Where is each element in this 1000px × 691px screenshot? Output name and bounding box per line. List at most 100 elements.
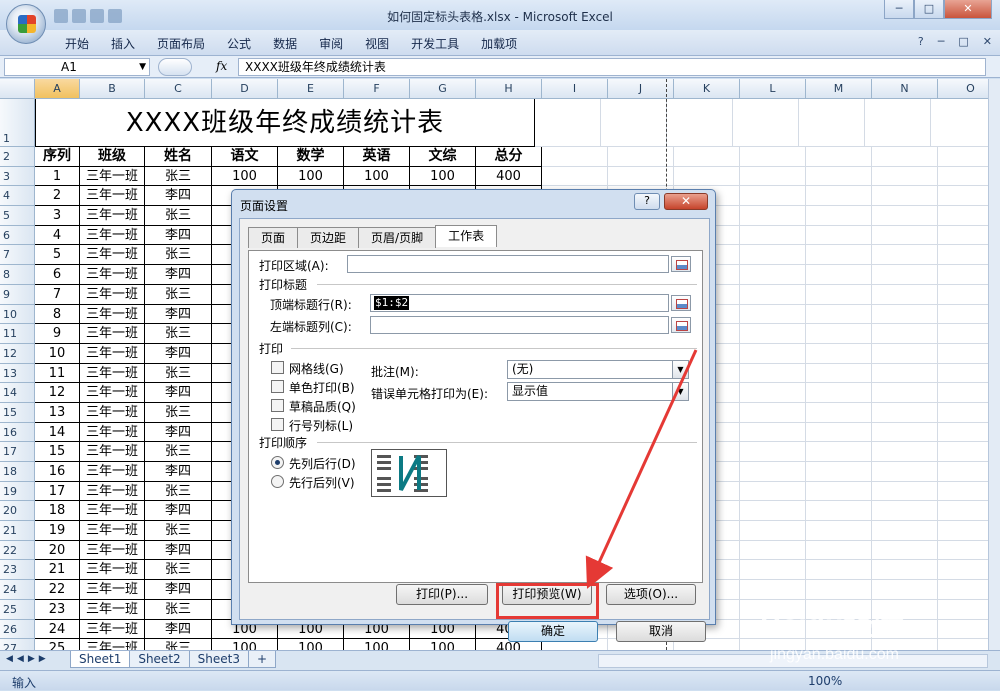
cell[interactable]: 张三 [145,284,212,305]
row-header[interactable]: 14 [0,383,35,403]
cell[interactable] [740,501,806,522]
cell[interactable] [872,147,938,167]
cell[interactable]: 李四 [145,343,212,364]
column-title-cell[interactable]: 英语 [344,147,410,167]
gridlines-checkbox[interactable] [271,361,284,374]
cell[interactable]: 张三 [145,245,212,266]
cell[interactable] [740,580,806,600]
cell[interactable] [740,206,806,226]
column-title-cell[interactable]: 序列 [35,147,80,167]
row-header[interactable]: 23 [0,560,35,581]
column-title-cell[interactable]: 文综 [410,147,476,167]
cell[interactable] [938,639,988,650]
ribbon-minimize-icon[interactable]: ─ [938,35,945,48]
cell[interactable]: 李四 [145,225,212,246]
cell[interactable] [938,442,988,462]
cell[interactable] [740,304,806,325]
row-header[interactable]: 16 [0,422,35,443]
cell[interactable]: 100 [344,639,410,650]
cell[interactable] [938,186,988,207]
chevron-down-icon[interactable]: ▼ [672,383,688,400]
cell[interactable] [740,166,806,187]
cell[interactable] [740,147,806,167]
print-area-collapse-icon[interactable] [671,256,691,272]
cell[interactable] [872,186,938,207]
cell[interactable]: 张三 [145,639,212,650]
cell[interactable] [740,442,806,462]
row-header[interactable]: 13 [0,363,35,384]
cell[interactable] [938,167,988,187]
cell[interactable] [938,541,988,561]
cell[interactable]: 李四 [145,304,212,325]
insert-sheet-icon[interactable]: + [247,651,277,668]
cell[interactable] [806,284,872,305]
dialog-close-button[interactable]: ✕ [664,193,708,210]
top-rows-input[interactable]: $1:$2 [370,294,669,312]
column-header[interactable]: K [674,79,740,99]
sheet-tab[interactable]: Sheet1 [70,651,131,668]
options-button[interactable]: 选项(O)... [606,584,696,605]
dialog-tab[interactable]: 工作表 [435,225,498,247]
maximize-button[interactable]: □ [914,0,944,19]
cell[interactable]: 三年一班 [80,166,145,187]
cell[interactable]: 17 [35,481,80,502]
cell[interactable] [872,304,938,325]
menu-tab[interactable]: 加载项 [470,35,528,52]
cell[interactable] [938,620,988,640]
row-header[interactable]: 15 [0,402,35,423]
ribbon-close-icon[interactable]: ✕ [983,35,992,48]
cell[interactable]: 三年一班 [80,422,145,443]
dialog-tab[interactable]: 页边距 [297,227,360,248]
cell[interactable] [674,147,740,167]
row-header[interactable]: 6 [0,225,35,246]
menu-tab[interactable]: 开始 [54,35,100,52]
cell[interactable] [872,324,938,344]
left-cols-collapse-icon[interactable] [671,317,691,333]
dialog-tab[interactable]: 页面 [248,227,299,248]
cell[interactable] [938,344,988,364]
cell[interactable]: 张三 [145,442,212,462]
menu-tab[interactable]: 开发工具 [400,35,470,52]
cell[interactable]: 23 [35,599,80,620]
cell[interactable] [938,285,988,305]
cell[interactable]: 400 [476,166,542,187]
cell[interactable]: 20 [35,540,80,561]
cell[interactable] [806,402,872,423]
cell[interactable]: 100 [278,166,344,187]
column-header[interactable]: B [80,79,145,99]
tab-nav-arrows-icon[interactable]: ◀◀▶▶ [6,654,50,664]
cell[interactable] [938,305,988,325]
cell[interactable]: 三年一班 [80,363,145,384]
row-header[interactable]: 8 [0,265,35,285]
cell[interactable] [872,245,938,266]
cell[interactable]: 张三 [145,206,212,226]
cell[interactable] [938,423,988,443]
cell[interactable] [872,343,938,364]
column-title-cell[interactable]: 语文 [212,147,278,167]
formula-expand-button[interactable] [158,58,192,76]
cell[interactable] [740,343,806,364]
cell[interactable] [938,147,988,167]
column-header[interactable]: E [278,79,344,99]
column-header[interactable]: N [872,79,938,99]
cell[interactable] [938,206,988,226]
column-header[interactable]: A [35,79,80,99]
cell[interactable] [806,147,872,167]
menu-tab[interactable]: 公式 [216,35,262,52]
row-header[interactable]: 17 [0,442,35,462]
cell[interactable] [872,284,938,305]
column-header[interactable]: M [806,79,872,99]
column-header[interactable]: D [212,79,278,99]
help-icon[interactable]: ? [918,35,924,48]
cell[interactable]: 10 [35,343,80,364]
cell[interactable] [535,99,601,147]
cell[interactable]: 8 [35,304,80,325]
cell[interactable]: 三年一班 [80,284,145,305]
cell[interactable] [740,481,806,502]
cell[interactable] [872,265,938,285]
column-header[interactable]: G [410,79,476,99]
cell[interactable] [806,225,872,246]
cell[interactable]: 14 [35,422,80,443]
cell[interactable] [740,462,806,482]
row-header[interactable]: 2 [0,147,35,167]
